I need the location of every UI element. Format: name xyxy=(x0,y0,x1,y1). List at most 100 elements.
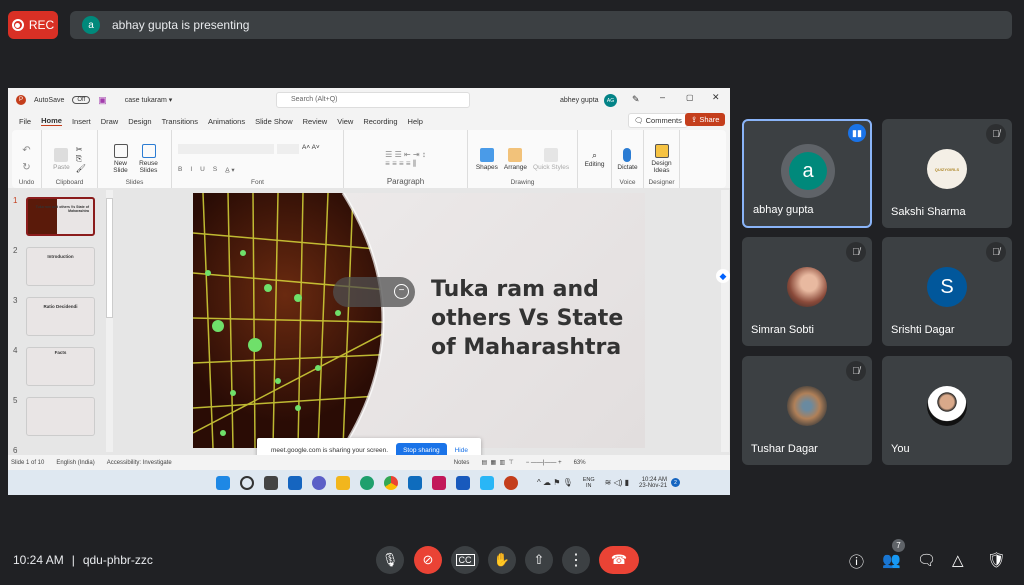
share-button[interactable]: ⇪ Share xyxy=(685,113,726,126)
slide-title[interactable]: Tuka ram and others Vs State of Maharash… xyxy=(431,275,631,362)
editing-button[interactable]: ⌕ Editing xyxy=(585,150,605,168)
scrollbar-thumb[interactable] xyxy=(106,198,113,318)
tab-insert[interactable]: Insert xyxy=(72,117,91,126)
network-volume-battery-icons[interactable]: ≋ ◁) ▮ xyxy=(605,478,629,487)
info-icon[interactable]: ⓘ xyxy=(849,551,864,572)
pen-icon[interactable]: ✎ xyxy=(632,94,640,105)
shapes-button[interactable]: Shapes xyxy=(476,147,498,171)
italic-button[interactable]: I xyxy=(190,166,192,174)
font-size-select[interactable] xyxy=(277,144,299,154)
thumbnail-scrollbar[interactable] xyxy=(106,190,113,452)
word-icon[interactable] xyxy=(456,475,470,490)
slide-thumbnail-5[interactable] xyxy=(26,397,95,436)
more-options-button[interactable]: ⋮ xyxy=(562,546,590,574)
search-icon[interactable] xyxy=(240,475,254,490)
slide-thumbnail-2[interactable]: Introduction xyxy=(26,247,95,286)
participant-tile[interactable]: 🎙̸ QUIZYGIRLS Sakshi Sharma xyxy=(882,119,1012,228)
reuse-slides-button[interactable]: Reuse Slides xyxy=(138,144,160,174)
participant-tile[interactable]: a ▮▮ abhay gupta xyxy=(742,119,872,228)
tab-animations[interactable]: Animations xyxy=(208,117,245,126)
edge-icon[interactable] xyxy=(360,475,374,490)
tab-design[interactable]: Design xyxy=(128,117,151,126)
dropbox-icon[interactable]: ◆ xyxy=(716,269,730,283)
view-buttons[interactable]: ▤ ▦ ▥ ⊤ xyxy=(481,459,513,466)
redo-icon[interactable]: ↻ xyxy=(22,162,30,173)
tab-view[interactable]: View xyxy=(337,117,353,126)
autosave-toggle[interactable]: Off xyxy=(72,96,91,104)
slide-thumbnail-3[interactable]: Ratio Decidendi xyxy=(26,297,95,336)
tab-review[interactable]: Review xyxy=(303,117,328,126)
chat-icon[interactable]: 🗨 xyxy=(917,551,936,569)
tab-transitions[interactable]: Transitions xyxy=(162,117,198,126)
mail-icon[interactable] xyxy=(408,475,422,490)
participant-tile[interactable]: 🎙̸ S Srishti Dagar xyxy=(882,237,1012,346)
slide-thumbnail-4[interactable]: Facts xyxy=(26,347,95,386)
accessibility-status[interactable]: Accessibility: Investigate xyxy=(107,460,172,466)
activities-icon[interactable]: △ xyxy=(952,551,964,569)
restore-icon[interactable]: ▢ xyxy=(686,93,694,102)
shadow-button[interactable]: S xyxy=(213,166,217,174)
input-language[interactable]: ENG IN xyxy=(583,477,595,489)
hide-button[interactable]: Hide xyxy=(455,447,468,454)
start-icon[interactable] xyxy=(216,475,230,490)
file-explorer-icon[interactable] xyxy=(336,475,350,490)
font-color-icon[interactable]: A̲ ▾ xyxy=(225,166,234,174)
undo-icon[interactable]: ↶ xyxy=(22,145,30,156)
recording-indicator[interactable]: REC xyxy=(8,11,58,39)
teams-chat-icon[interactable] xyxy=(312,475,326,490)
captions-button[interactable]: CC xyxy=(451,546,479,574)
participant-tile[interactable]: You xyxy=(882,356,1012,465)
clock[interactable]: 10:24 AM 23-Nov-21 xyxy=(639,477,667,489)
minus-circle-icon[interactable]: − xyxy=(394,284,409,299)
font-name-select[interactable] xyxy=(178,144,274,154)
design-ideas-button[interactable]: Design Ideas xyxy=(644,144,679,174)
new-slide-button[interactable]: New Slide xyxy=(110,144,132,174)
dictate-button[interactable]: Dictate xyxy=(617,147,638,171)
notes-button[interactable]: Notes xyxy=(454,460,470,466)
tab-slide-show[interactable]: Slide Show xyxy=(255,117,293,126)
comments-button[interactable]: 🗨 Comments xyxy=(628,113,688,128)
tab-file[interactable]: File xyxy=(19,117,31,126)
tab-help[interactable]: Help xyxy=(408,117,423,126)
tray-icons[interactable]: ^ ☁ ⚑ 🎙 xyxy=(537,478,573,487)
slide-thumbnail-1[interactable]: Tuka ram and others Vs State of Maharash… xyxy=(26,197,95,236)
store-icon[interactable] xyxy=(432,475,446,490)
cut-copy-format-icons[interactable]: ✂ ⎘ 🖌 xyxy=(76,145,86,173)
leave-call-button[interactable]: ☎ xyxy=(599,546,639,574)
people-icon[interactable]: 👥 xyxy=(882,551,901,569)
slide-canvas[interactable]: − Tuka ram and others Vs State of Mahara… xyxy=(193,193,645,448)
file-name[interactable]: case tukaram ▾ xyxy=(125,96,172,104)
present-button[interactable]: ⇧ xyxy=(525,546,553,574)
underline-button[interactable]: U xyxy=(200,166,205,174)
language-status[interactable]: English (India) xyxy=(56,460,94,466)
search-box[interactable]: Search (Alt+Q) xyxy=(276,92,470,108)
participant-tile[interactable]: 🎙̸ Tushar Dagar xyxy=(742,356,872,465)
powerpoint-taskbar-icon[interactable] xyxy=(504,475,518,490)
host-controls-icon[interactable]: 🛡 xyxy=(987,551,1006,569)
chrome-icon[interactable] xyxy=(384,475,398,490)
bold-button[interactable]: B xyxy=(178,166,182,174)
save-icon[interactable]: ▣ xyxy=(98,95,107,106)
zoom-level[interactable]: 63% xyxy=(574,460,586,466)
user-avatar[interactable]: AG xyxy=(604,94,617,107)
task-view-icon[interactable] xyxy=(264,475,278,490)
camera-off-button[interactable]: ⊘ xyxy=(414,546,442,574)
participant-tile[interactable]: 🎙̸ Simran Sobti xyxy=(742,237,872,346)
arrange-button[interactable]: Arrange xyxy=(504,147,527,171)
raise-hand-button[interactable]: ✋ xyxy=(488,546,516,574)
minimize-icon[interactable]: – xyxy=(660,92,665,102)
tab-draw[interactable]: Draw xyxy=(101,117,119,126)
notification-badge[interactable]: 2 xyxy=(671,478,681,487)
tab-recording[interactable]: Recording xyxy=(363,117,397,126)
close-icon[interactable]: ✕ xyxy=(712,92,720,103)
quick-styles-button[interactable]: Quick Styles xyxy=(533,147,569,171)
paste-button[interactable]: Paste xyxy=(53,147,70,171)
microphone-button[interactable]: 🎙 xyxy=(376,546,404,574)
font-size-icons[interactable]: A˄ A˅ xyxy=(302,144,320,154)
desktop-icon[interactable] xyxy=(480,475,494,490)
widgets-icon[interactable] xyxy=(288,475,302,490)
tab-home[interactable]: Home xyxy=(41,116,62,126)
paragraph-icons[interactable]: ☰ ☰ ⇤ ⇥ ↕ ≡ ≡ ≡ ≡ ⫼ xyxy=(385,150,426,169)
slide-scrollbar[interactable] xyxy=(721,190,729,452)
zoom-slider[interactable]: − ——|—— + xyxy=(526,460,562,466)
